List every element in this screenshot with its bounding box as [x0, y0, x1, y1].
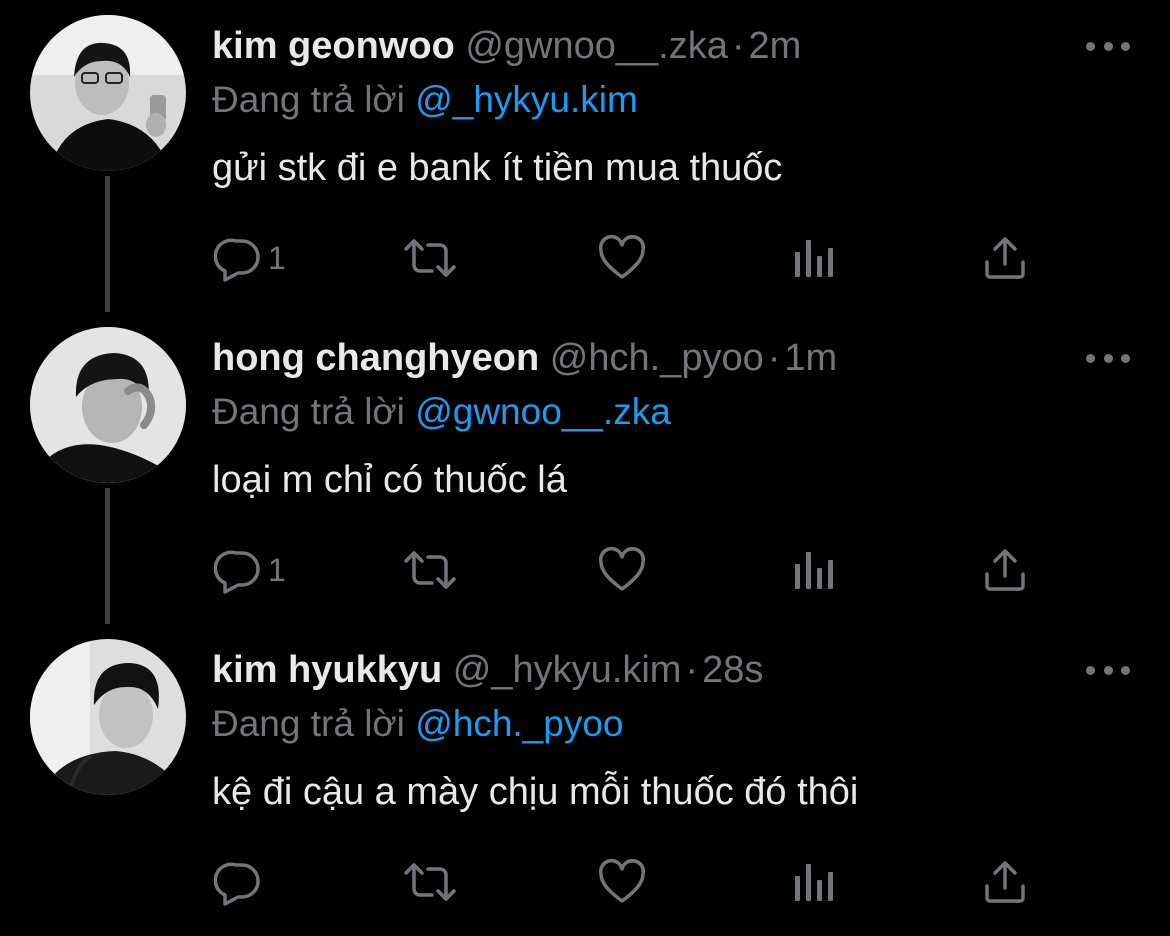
- tweet-actions: 1: [0, 230, 1170, 286]
- author-handle[interactable]: @_hykyu.kim: [453, 649, 682, 691]
- replying-to: Đang trả lời @hch._pyoo: [212, 698, 624, 750]
- reply-mention-link[interactable]: @_hykyu.kim: [415, 79, 638, 120]
- author-handle[interactable]: @gwnoo__.zka: [465, 25, 728, 67]
- replying-to: Đang trả lời @gwnoo__.zka: [212, 386, 671, 438]
- reply-button[interactable]: [214, 854, 268, 910]
- tweet-text: gửi stk đi e bank ít tiền mua thuốc: [212, 147, 783, 189]
- separator-dot: ·: [685, 649, 699, 691]
- share-button[interactable]: [982, 542, 1028, 598]
- more-icon[interactable]: [1086, 34, 1130, 58]
- analytics-icon: [792, 234, 836, 282]
- share-icon: [982, 546, 1028, 594]
- tweet-text: loại m chỉ có thuốc lá: [212, 459, 567, 501]
- tweet-actions: [0, 854, 1170, 910]
- reply-button[interactable]: 1: [214, 542, 286, 598]
- more-icon[interactable]: [1086, 346, 1130, 370]
- tweet-text: kệ đi cậu a mày chịu mỗi thuốc đó thôi: [212, 771, 859, 813]
- replying-to-label: Đang trả lời: [212, 703, 405, 744]
- like-icon: [597, 546, 647, 594]
- tweet-header: kim hyukkyu @_hykyu.kim · 28s: [212, 644, 763, 696]
- reply-count: 1: [268, 239, 286, 276]
- avatar[interactable]: [30, 639, 186, 795]
- tweet[interactable]: kim hyukkyu @_hykyu.kim · 28s Đang trả lời…: [0, 624, 1170, 936]
- analytics-icon: [792, 546, 836, 594]
- reply-icon: [214, 546, 262, 594]
- tweet-actions: 1: [0, 542, 1170, 598]
- author-name[interactable]: hong changhyeon: [212, 337, 539, 379]
- timestamp[interactable]: 2m: [749, 25, 802, 67]
- reply-mention-link[interactable]: @gwnoo__.zka: [415, 391, 671, 432]
- reply-button[interactable]: 1: [214, 230, 286, 286]
- author-name[interactable]: kim geonwoo: [212, 25, 455, 67]
- reply-icon: [214, 858, 262, 906]
- analytics-button[interactable]: [792, 230, 836, 286]
- analytics-button[interactable]: [792, 854, 836, 910]
- replying-to-label: Đang trả lời: [212, 391, 405, 432]
- tweet[interactable]: kim geonwoo @gwnoo__.zka · 2m Đang trả lời…: [0, 0, 1170, 312]
- avatar[interactable]: [30, 327, 186, 483]
- reply-count: 1: [268, 551, 286, 588]
- share-button[interactable]: [982, 854, 1028, 910]
- avatar[interactable]: [30, 15, 186, 171]
- share-icon: [982, 858, 1028, 906]
- analytics-icon: [792, 858, 836, 906]
- retweet-button[interactable]: [402, 854, 458, 910]
- reply-icon: [214, 234, 262, 282]
- separator-dot: ·: [767, 337, 781, 379]
- separator-dot: ·: [731, 25, 745, 67]
- replying-to: Đang trả lời @_hykyu.kim: [212, 74, 638, 126]
- retweet-icon: [402, 546, 458, 594]
- tweet[interactable]: hong changhyeon @hch._pyoo · 1m Đang trả l…: [0, 312, 1170, 624]
- share-button[interactable]: [982, 230, 1028, 286]
- timestamp[interactable]: 28s: [702, 649, 763, 691]
- like-icon: [597, 234, 647, 282]
- analytics-button[interactable]: [792, 542, 836, 598]
- timestamp[interactable]: 1m: [784, 337, 837, 379]
- replying-to-label: Đang trả lời: [212, 79, 405, 120]
- retweet-button[interactable]: [402, 542, 458, 598]
- like-icon: [597, 858, 647, 906]
- share-icon: [982, 234, 1028, 282]
- author-name[interactable]: kim hyukkyu: [212, 649, 442, 691]
- author-handle[interactable]: @hch._pyoo: [550, 337, 764, 379]
- tweet-header: kim geonwoo @gwnoo__.zka · 2m: [212, 20, 801, 72]
- like-button[interactable]: [597, 854, 647, 910]
- like-button[interactable]: [597, 230, 647, 286]
- retweet-button[interactable]: [402, 230, 458, 286]
- like-button[interactable]: [597, 542, 647, 598]
- retweet-icon: [402, 858, 458, 906]
- reply-mention-link[interactable]: @hch._pyoo: [415, 703, 623, 744]
- retweet-icon: [402, 234, 458, 282]
- tweet-header: hong changhyeon @hch._pyoo · 1m: [212, 332, 837, 384]
- more-icon[interactable]: [1086, 658, 1130, 682]
